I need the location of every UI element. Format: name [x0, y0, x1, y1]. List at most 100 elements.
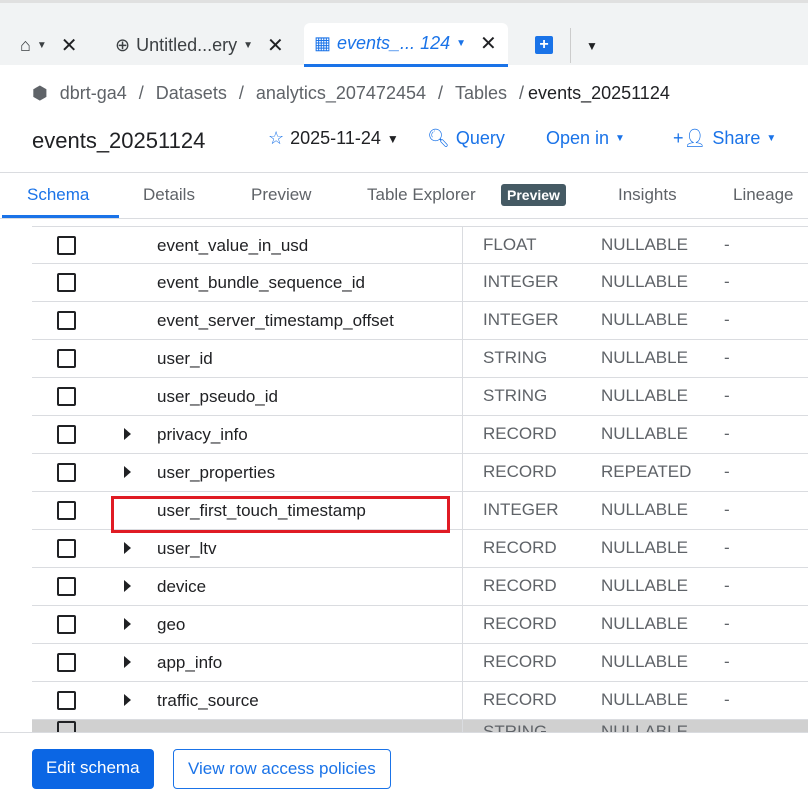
field-mode: NULLABLE: [601, 272, 688, 291]
breadcrumb-project[interactable]: dbrt-ga4: [60, 83, 127, 104]
field-type: STRING: [483, 348, 548, 367]
open-in-button[interactable]: Open in ▼: [546, 128, 625, 149]
row-checkbox[interactable]: [57, 273, 76, 292]
tab-bar: ⌂ ▼ ✕ ⊕ Untitled...ery ▼ ✕ ▦ events_... 124 ▼ ✕ …: [0, 0, 808, 67]
share-button[interactable]: +👤︎ Share ▼: [673, 128, 776, 149]
row-checkbox[interactable]: [57, 311, 76, 330]
row-checkbox[interactable]: [57, 577, 76, 596]
breadcrumb-tables[interactable]: Tables: [455, 83, 507, 104]
tab-details[interactable]: Details: [143, 185, 195, 205]
field-description: -: [724, 576, 730, 595]
field-type: INTEGER: [483, 272, 559, 291]
tab-lineage[interactable]: Lineage: [733, 185, 794, 205]
more-tabs-chevron-icon[interactable]: ▼: [586, 39, 598, 53]
date-selector[interactable]: ☆ 2025-11-24 ▼: [268, 128, 399, 149]
row-checkbox[interactable]: [57, 463, 76, 482]
table-row[interactable]: event_server_timestamp_offset INTEGER NU…: [32, 302, 808, 340]
field-name: geo: [157, 615, 186, 634]
field-type: RECORD: [483, 690, 557, 709]
tab-home[interactable]: ⌂ ▼ ✕: [20, 23, 78, 67]
search-icon: 🔍︎: [427, 128, 450, 148]
new-tab-button[interactable]: +: [535, 36, 553, 54]
tab-untitled-query[interactable]: ⊕ Untitled...ery ▼ ✕: [115, 23, 284, 67]
expand-arrow-icon[interactable]: [124, 580, 131, 592]
row-checkbox[interactable]: [57, 501, 76, 520]
field-type: STRING: [483, 722, 548, 732]
tab-preview[interactable]: Preview: [251, 185, 311, 205]
star-icon[interactable]: ☆: [268, 128, 284, 149]
expand-arrow-icon[interactable]: [124, 656, 131, 668]
divider: [570, 28, 571, 63]
table-row[interactable]: event_value_in_usd FLOAT NULLABLE -: [32, 226, 808, 264]
field-description: -: [724, 690, 730, 709]
row-checkbox[interactable]: [57, 387, 76, 406]
close-icon[interactable]: ✕: [61, 33, 78, 58]
row-checkbox[interactable]: [57, 349, 76, 368]
table-row[interactable]: traffic_source RECORD NULLABLE -: [32, 682, 808, 720]
table-row[interactable]: user_properties RECORD REPEATED -: [32, 454, 808, 492]
table-row[interactable]: user_pseudo_id STRING NULLABLE -: [32, 378, 808, 416]
field-name: user_ltv: [157, 539, 217, 558]
row-checkbox[interactable]: [57, 615, 76, 634]
row-checkbox[interactable]: [57, 425, 76, 444]
breadcrumb-dataset[interactable]: analytics_207472454: [256, 83, 426, 104]
breadcrumb-current: events_20251124: [528, 83, 670, 103]
row-checkbox[interactable]: [57, 721, 76, 732]
table-row[interactable]: user_id STRING NULLABLE -: [32, 340, 808, 378]
chevron-down-icon[interactable]: ▼: [456, 38, 466, 49]
field-description: -: [724, 348, 730, 367]
query-icon: ⊕: [115, 34, 131, 55]
query-button[interactable]: 🔍︎ Query: [427, 128, 505, 149]
table-row[interactable]: app_info RECORD NULLABLE -: [32, 644, 808, 682]
field-mode: NULLABLE: [601, 690, 688, 709]
table-row[interactable]: privacy_info RECORD NULLABLE -: [32, 416, 808, 454]
close-icon[interactable]: ✕: [480, 31, 497, 56]
field-description: -: [724, 272, 730, 291]
table-row[interactable]: device RECORD NULLABLE -: [32, 568, 808, 606]
column-divider: [462, 226, 463, 732]
view-row-access-policies-button[interactable]: View row access policies: [173, 749, 391, 789]
preview-badge: Preview: [501, 184, 566, 206]
highlight-box: [111, 496, 450, 533]
breadcrumb-datasets[interactable]: Datasets: [156, 83, 227, 104]
expand-arrow-icon[interactable]: [124, 618, 131, 630]
row-checkbox[interactable]: [57, 236, 76, 255]
field-description: -: [724, 462, 730, 481]
chevron-down-icon[interactable]: ▼: [37, 40, 47, 51]
tab-table-explorer[interactable]: Table Explorer: [367, 185, 476, 205]
field-type: INTEGER: [483, 310, 559, 329]
row-checkbox[interactable]: [57, 539, 76, 558]
table-row-partial[interactable]: STRING NULLABLE: [32, 720, 808, 732]
field-type: RECORD: [483, 538, 557, 557]
field-type: RECORD: [483, 652, 557, 671]
field-description: -: [724, 500, 730, 519]
field-mode: NULLABLE: [601, 614, 688, 633]
active-tab-indicator: [2, 215, 119, 218]
field-type: RECORD: [483, 462, 557, 481]
tab-schema[interactable]: Schema: [27, 185, 89, 205]
expand-arrow-icon[interactable]: [124, 542, 131, 554]
field-mode: NULLABLE: [601, 235, 688, 254]
chevron-down-icon: ▼: [615, 133, 625, 144]
field-mode: NULLABLE: [601, 722, 688, 732]
field-mode: REPEATED: [601, 462, 692, 481]
expand-arrow-icon[interactable]: [124, 694, 131, 706]
table-row[interactable]: event_bundle_sequence_id INTEGER NULLABL…: [32, 264, 808, 302]
page-title: events_20251124: [32, 128, 206, 153]
row-checkbox[interactable]: [57, 691, 76, 710]
table-row[interactable]: user_ltv RECORD NULLABLE -: [32, 530, 808, 568]
tab-insights[interactable]: Insights: [618, 185, 677, 205]
expand-arrow-icon[interactable]: [124, 428, 131, 440]
field-mode: NULLABLE: [601, 576, 688, 595]
chevron-down-icon[interactable]: ▼: [243, 40, 253, 51]
expand-arrow-icon[interactable]: [124, 466, 131, 478]
edit-schema-button[interactable]: Edit schema: [32, 749, 154, 789]
table-row[interactable]: geo RECORD NULLABLE -: [32, 606, 808, 644]
breadcrumb: ⬢ dbrt-ga4/ Datasets / analytics_20747245…: [32, 83, 670, 104]
footer: Edit schema View row access policies: [0, 732, 808, 804]
field-name: event_bundle_sequence_id: [157, 273, 365, 292]
row-checkbox[interactable]: [57, 653, 76, 672]
tab-events-table[interactable]: ▦ events_... 124 ▼ ✕: [304, 23, 508, 67]
close-icon[interactable]: ✕: [267, 33, 284, 58]
field-type: RECORD: [483, 576, 557, 595]
